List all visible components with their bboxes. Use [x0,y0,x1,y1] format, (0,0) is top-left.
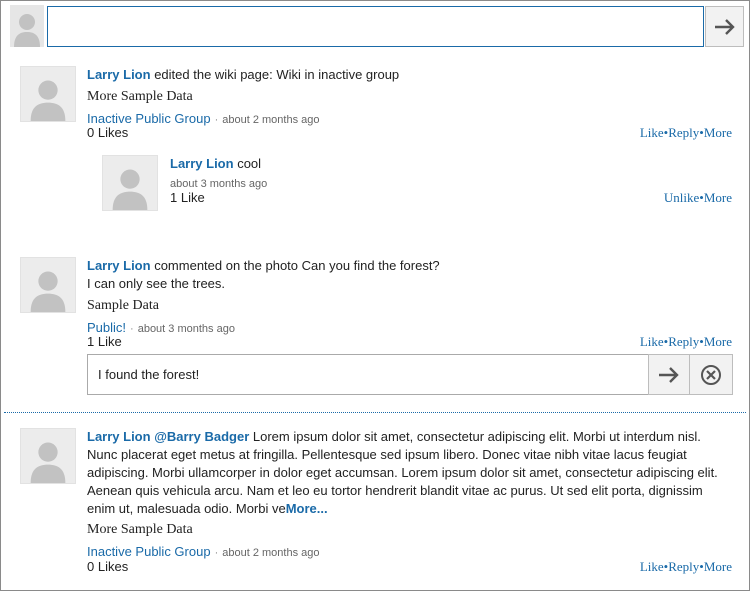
timestamp: about 2 months ago [222,114,320,126]
activity-actions: Like•Reply•More [640,559,732,575]
activity-body: More Sample Data [87,89,193,104]
post-text-line: Aenean quis vehicula arcu. Nam et leo eu… [87,483,703,498]
close-circle-icon [701,364,721,385]
activity-text: commented on the photo Can you find the … [154,258,440,273]
more-link[interactable]: More [704,334,732,349]
feed-divider [4,412,746,413]
reply-link[interactable]: Reply [668,125,699,140]
group-link[interactable]: Public! [87,320,126,335]
timestamp: about 3 months ago [137,323,235,335]
arrow-right-icon [659,366,679,383]
activity-header: Larry Lion edited the wiki page: Wiki in… [87,67,399,82]
meta-separator: · [130,323,134,335]
timestamp: about 2 months ago [222,547,320,559]
like-link[interactable]: Like [640,334,664,349]
user-silhouette-icon [30,442,66,483]
current-user-avatar [10,5,44,47]
more-link[interactable]: More [704,190,732,205]
post-text-line: Lorem ipsum dolor sit amet, consectetur … [249,429,701,444]
activity-meta: Inactive Public Group · about 2 months ago [87,544,320,559]
author-avatar[interactable] [20,66,76,122]
author-link[interactable]: Larry Lion [87,258,151,273]
activity-actions: Like•Reply•More [640,334,732,350]
reply-submit-button[interactable] [648,354,690,395]
group-link[interactable]: Inactive Public Group [87,111,211,126]
user-silhouette-icon [30,271,66,312]
reply-header: Larry Lion cool [170,156,261,171]
meta-separator: · [214,114,219,126]
post-text: Larry Lion @Barry Badger Lorem ipsum dol… [87,428,737,518]
arrow-right-icon [714,18,735,35]
more-link[interactable]: More [704,559,732,574]
activity-meta: Public! · about 3 months ago [87,320,235,335]
reply-link[interactable]: Reply [668,559,699,574]
activity-body: More Sample Data [87,522,193,537]
meta-separator: · [214,547,219,559]
user-silhouette-icon [14,14,40,47]
reply-author-avatar[interactable] [102,155,158,211]
like-link[interactable]: Like [640,559,664,574]
reply-author-link[interactable]: Larry Lion [170,156,234,171]
more-link[interactable]: More [704,125,732,140]
like-link[interactable]: Like [640,125,664,140]
post-text-line: adipiscing. Morbi ullamcorper in dolor e… [87,465,718,480]
user-silhouette-icon [30,80,66,121]
reply-text: cool [237,156,262,171]
author-link[interactable]: Larry Lion [87,429,151,444]
status-input[interactable] [47,6,704,47]
read-more-link[interactable]: More... [286,501,328,516]
activity-actions: Like•Reply•More [640,125,732,141]
author-link[interactable]: Larry Lion [87,67,151,82]
post-text-line: enim ut, malesuada odio. Morbi ve [87,501,286,516]
likes-count[interactable]: 1 Like [87,334,122,349]
comment-text: I can only see the trees. [87,276,226,291]
group-link[interactable]: Inactive Public Group [87,544,211,559]
activity-meta: Inactive Public Group · about 2 months ago [87,111,320,126]
activity-text: edited the wiki page: Wiki in inactive g… [154,67,400,82]
reply-input[interactable]: I found the forest! [87,354,649,395]
reply-likes-count[interactable]: 1 Like [170,190,205,205]
reply-input-value: I found the forest! [98,367,200,382]
mention-link[interactable]: @Barry Badger [154,429,249,444]
likes-count[interactable]: 0 Likes [87,125,128,140]
reply-cancel-button[interactable] [689,354,733,395]
activity-header: Larry Lion commented on the photo Can yo… [87,258,440,273]
reply-timestamp: about 3 months ago [170,178,268,190]
user-silhouette-icon [112,169,148,210]
reply-actions: Unlike•More [664,190,732,206]
reply-link[interactable]: Reply [668,334,699,349]
post-text-line: Nunc placerat eget metus at fringilla. P… [87,447,687,462]
unlike-link[interactable]: Unlike [664,190,699,205]
author-avatar[interactable] [20,257,76,313]
activity-body: Sample Data [87,298,159,313]
likes-count[interactable]: 0 Likes [87,559,128,574]
author-avatar[interactable] [20,428,76,484]
post-submit-button[interactable] [705,6,744,47]
